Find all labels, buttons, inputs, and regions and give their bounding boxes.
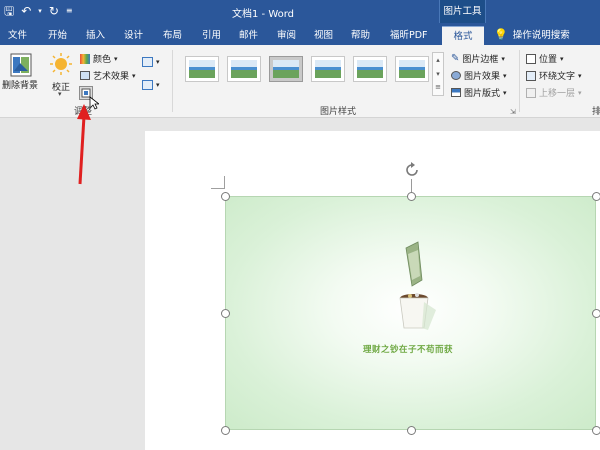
quick-access-toolbar: 🖫 ↶ ▾ ↻ ≡ xyxy=(4,3,73,19)
picture-styles-dialog-launcher-icon[interactable]: ⇲ xyxy=(510,108,516,116)
wrap-text-button[interactable]: 环绕文字 ▾ xyxy=(526,69,582,82)
tab-format[interactable]: 格式 xyxy=(442,26,484,45)
tab-view[interactable]: 视图 xyxy=(314,27,333,41)
resize-handle-bottom[interactable] xyxy=(407,426,416,435)
group-separator xyxy=(172,50,173,112)
tab-layout[interactable]: 布局 xyxy=(163,27,182,41)
picture-style-2[interactable] xyxy=(227,56,261,82)
tab-review[interactable]: 审阅 xyxy=(277,27,296,41)
rotate-handle-icon[interactable] xyxy=(403,161,421,179)
picture-style-5[interactable] xyxy=(353,56,387,82)
picture-style-3[interactable] xyxy=(269,56,303,82)
remove-background-label: 删除背景 xyxy=(2,81,39,91)
corrections-dropdown-icon: ▾ xyxy=(58,90,62,98)
resize-handle-top-left[interactable] xyxy=(221,192,230,201)
position-button[interactable]: 位置 ▾ xyxy=(526,52,564,65)
undo-dropdown-icon[interactable]: ▾ xyxy=(38,3,42,19)
reset-picture-dropdown-icon: ▾ xyxy=(156,81,160,89)
picture-layout-icon xyxy=(451,88,461,97)
document-title: 文档1 - Word xyxy=(232,9,295,20)
picture-effects-dropdown-icon: ▾ xyxy=(503,71,507,80)
crop-mark xyxy=(224,176,225,188)
remove-background-icon xyxy=(10,53,32,77)
tell-me-search[interactable]: 💡 操作说明搜索 xyxy=(494,27,570,42)
artistic-effects-icon xyxy=(80,71,90,80)
position-dropdown-icon: ▾ xyxy=(560,54,564,63)
resize-handle-top-right[interactable] xyxy=(592,192,600,201)
wrap-text-icon xyxy=(526,70,536,81)
gallery-more-icon[interactable]: ≡ xyxy=(433,81,443,93)
color-button[interactable]: 颜色 ▾ xyxy=(80,52,118,65)
tab-insert[interactable]: 插入 xyxy=(86,27,105,41)
pencil-icon: ✎ xyxy=(451,53,460,64)
gallery-up-icon[interactable]: ▴ xyxy=(433,53,443,67)
picture-style-6[interactable] xyxy=(395,56,429,82)
save-icon[interactable]: 🖫 xyxy=(4,3,14,19)
picture-layout-button[interactable]: 图片版式 ▾ xyxy=(451,86,507,99)
picture-border-dropdown-icon: ▾ xyxy=(501,54,505,63)
tab-mailings[interactable]: 邮件 xyxy=(239,27,258,41)
picture-effects-button[interactable]: 图片效果 ▾ xyxy=(451,69,507,82)
title-bar: 🖫 ↶ ▾ ↻ ≡ 文档1 - Word xyxy=(0,0,600,23)
resize-handle-bottom-right[interactable] xyxy=(592,426,600,435)
corrections-sun-icon xyxy=(50,53,72,75)
picture-slogan-text: 理财之钞在子不苟而获 xyxy=(363,345,454,355)
gallery-down-icon[interactable]: ▾ xyxy=(433,67,443,81)
red-annotation-arrow-icon xyxy=(77,104,91,185)
picture-layout-label: 图片版式 xyxy=(464,89,501,99)
picture-effects-label: 图片效果 xyxy=(464,72,501,82)
bring-forward-dropdown-icon: ▾ xyxy=(578,88,582,97)
tab-references[interactable]: 引用 xyxy=(202,27,221,41)
tab-help[interactable]: 帮助 xyxy=(351,27,370,41)
tell-me-label: 操作说明搜索 xyxy=(512,30,570,41)
picture-border-label: 图片边框 xyxy=(462,55,499,65)
customize-icon[interactable]: ≡ xyxy=(66,3,73,19)
rotate-handle-stem xyxy=(411,179,412,192)
tab-file[interactable]: 文件 xyxy=(8,27,27,41)
bring-forward-label: 上移一层 xyxy=(539,89,576,99)
wrap-text-label: 环绕文字 xyxy=(539,72,576,82)
picture-border-button[interactable]: ✎ 图片边框 ▾ xyxy=(451,52,505,65)
bring-forward-button[interactable]: 上移一层 ▾ xyxy=(526,86,582,99)
change-picture-icon xyxy=(142,57,153,67)
picture-style-1[interactable] xyxy=(185,56,219,82)
crop-mark xyxy=(211,188,225,189)
color-dropdown-icon: ▾ xyxy=(114,54,118,63)
picture-tools-context-label: 图片工具 xyxy=(439,0,486,23)
picture-styles-group-label: 图片样式 xyxy=(320,107,357,117)
tab-design[interactable]: 设计 xyxy=(124,27,143,41)
reset-picture-icon xyxy=(142,80,153,90)
color-label: 颜色 xyxy=(93,55,112,65)
picture-layout-dropdown-icon: ▾ xyxy=(503,88,507,97)
reset-picture-button[interactable]: ▾ xyxy=(142,80,160,90)
picture-effects-icon xyxy=(451,71,461,80)
lightbulb-icon: 💡 xyxy=(494,27,508,41)
redo-icon[interactable]: ↻ xyxy=(49,3,59,19)
change-picture-button[interactable]: ▾ xyxy=(142,57,160,67)
arrange-group-label: 排 xyxy=(592,107,600,117)
resize-handle-left[interactable] xyxy=(221,309,230,318)
money-plant-pot-illustration xyxy=(399,241,436,330)
resize-handle-right[interactable] xyxy=(592,309,600,318)
corrections-button[interactable]: 校正 ▾ xyxy=(48,50,74,98)
group-separator xyxy=(519,50,520,112)
resize-handle-top[interactable] xyxy=(407,192,416,201)
position-icon xyxy=(526,53,536,64)
artistic-effects-label: 艺术效果 xyxy=(93,72,130,82)
gallery-scroll[interactable]: ▴ ▾ ≡ xyxy=(432,52,444,96)
color-palette-icon xyxy=(80,53,90,64)
tab-foxit-pdf[interactable]: 福昕PDF xyxy=(390,27,428,41)
artistic-effects-button[interactable]: 艺术效果 ▾ xyxy=(80,69,136,82)
tab-home[interactable]: 开始 xyxy=(48,27,67,41)
remove-background-button[interactable]: 删除背景 xyxy=(2,50,42,92)
undo-icon[interactable]: ↶ xyxy=(21,3,31,19)
picture-style-4[interactable] xyxy=(311,56,345,82)
artistic-effects-dropdown-icon: ▾ xyxy=(132,71,136,80)
change-picture-dropdown-icon: ▾ xyxy=(156,58,160,66)
resize-handle-bottom-left[interactable] xyxy=(221,426,230,435)
wrap-text-dropdown-icon: ▾ xyxy=(578,71,582,80)
position-label: 位置 xyxy=(539,55,558,65)
bring-forward-icon xyxy=(526,87,536,98)
